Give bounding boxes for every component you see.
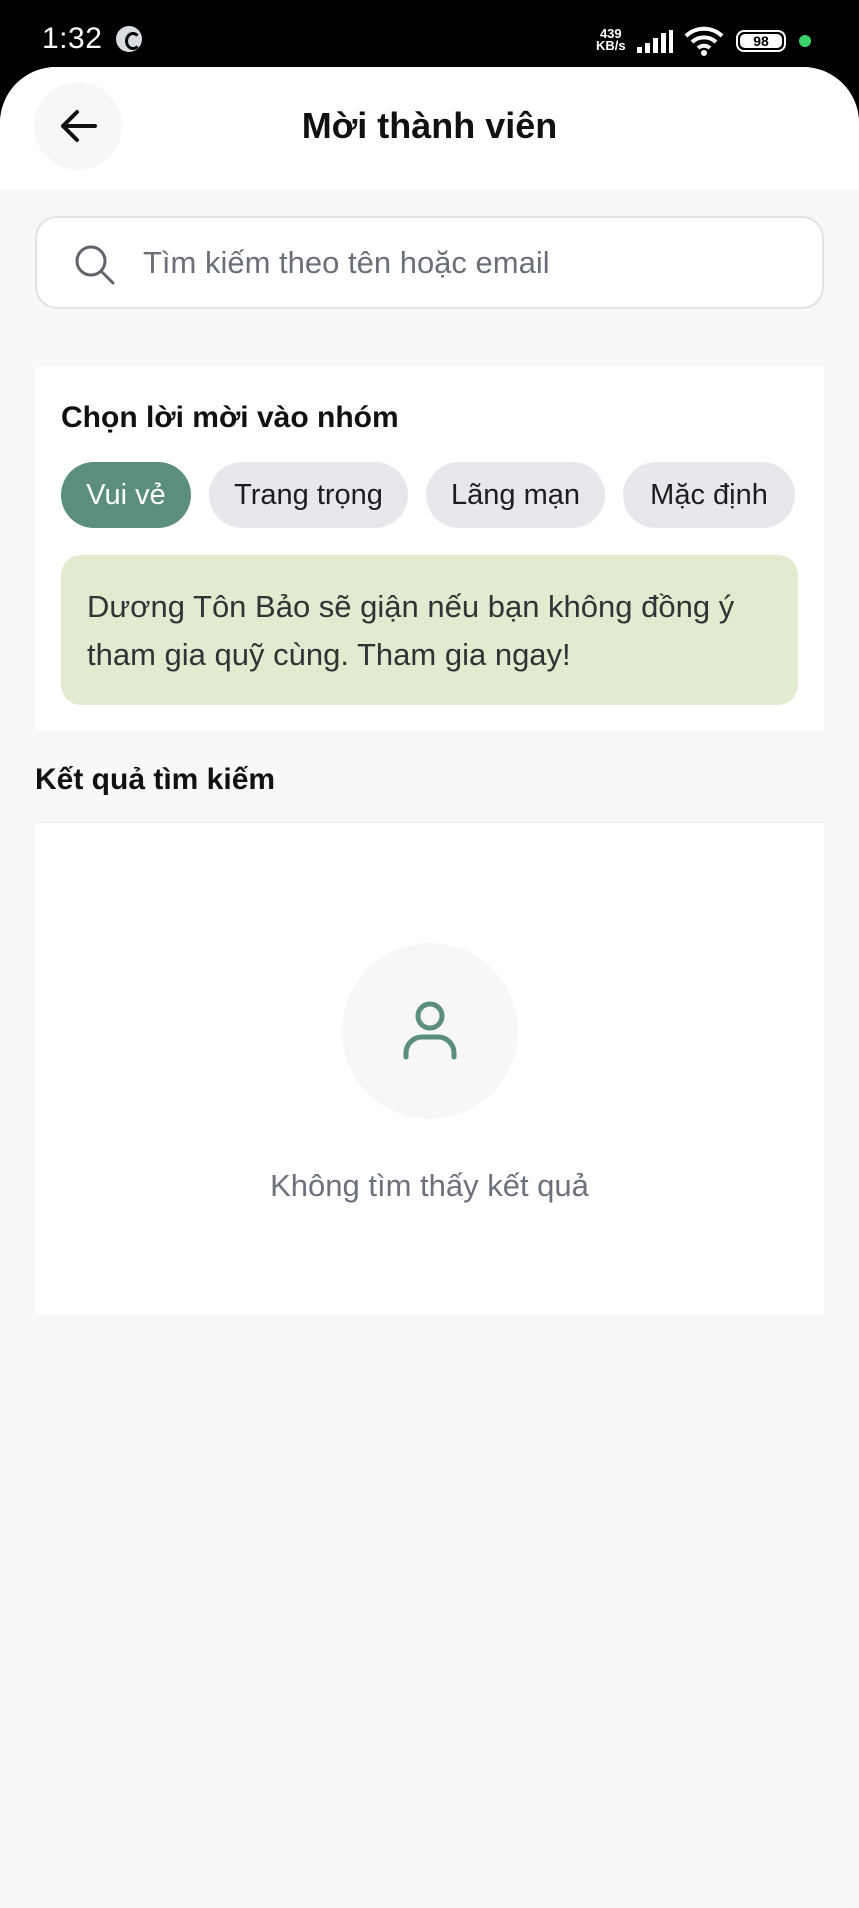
results-section-title: Kết quả tìm kiếm xyxy=(35,763,276,796)
signal-icon xyxy=(637,30,673,53)
battery-level: 98 xyxy=(740,34,782,48)
status-bar: 1:32 439 KB/s 98 xyxy=(0,0,859,70)
empty-state-text: Không tìm thấy kết quả xyxy=(270,1168,589,1203)
network-speed-unit: KB/s xyxy=(596,38,626,53)
phone-screen: 1:32 439 KB/s 98 Mời thành viên Tìm kiếm… xyxy=(0,0,859,1908)
search-box[interactable] xyxy=(35,216,824,309)
results-card: Không tìm thấy kết quả xyxy=(35,822,824,1314)
invite-style-card: Chọn lời mời vào nhóm Vui vẻ Trang trọng… xyxy=(35,367,824,730)
privacy-indicator-dot xyxy=(799,35,811,47)
invite-section-title: Chọn lời mời vào nhóm xyxy=(61,401,399,434)
wifi-icon xyxy=(684,26,724,56)
battery-icon: 98 xyxy=(736,30,786,52)
header: Mời thành viên xyxy=(0,67,859,190)
invite-message: Dương Tôn Bảo sẽ giận nếu bạn không đồng… xyxy=(61,555,798,705)
search-icon xyxy=(75,245,115,285)
user-icon xyxy=(403,1001,457,1060)
status-time: 1:32 xyxy=(42,22,103,55)
app-sheet: Mời thành viên Chọn lời mời vào nhóm Vui… xyxy=(0,67,859,1908)
chip-mac-dinh[interactable]: Mặc định xyxy=(623,462,795,528)
chip-lang-man[interactable]: Lãng mạn xyxy=(426,462,605,528)
chip-trang-trong[interactable]: Trang trọng xyxy=(209,462,408,528)
network-speed: 439 KB/s xyxy=(596,27,626,53)
app-notification-icon xyxy=(116,26,142,52)
page-title: Mời thành viên xyxy=(301,105,558,146)
chip-vui-ve[interactable]: Vui vẻ xyxy=(61,462,191,528)
empty-state-avatar xyxy=(342,943,518,1119)
invite-style-chips: Vui vẻ Trang trọng Lãng mạn Mặc định xyxy=(61,462,795,528)
search-input[interactable] xyxy=(143,218,803,307)
